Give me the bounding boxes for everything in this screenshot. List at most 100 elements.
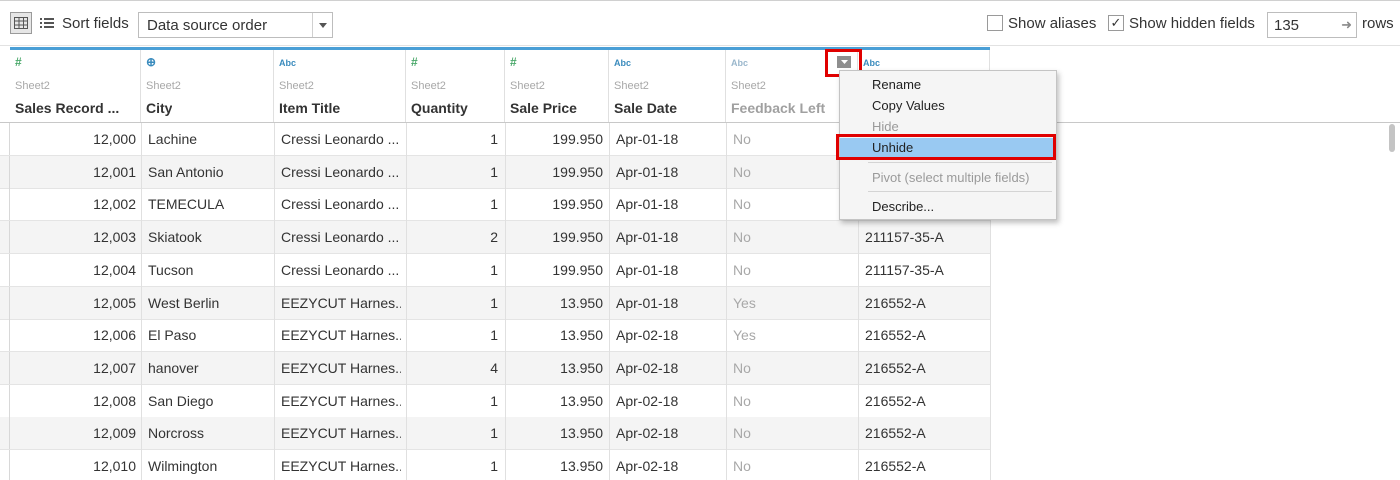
cell-sale-date[interactable]: Apr-02-18 (616, 458, 722, 474)
cell-item-title[interactable]: EEZYCUT Harnes... (281, 360, 401, 376)
cell-city[interactable]: hanover (148, 360, 272, 376)
menu-item-pivot[interactable]: Pivot (select multiple fields) (840, 168, 1056, 188)
cell-city[interactable]: San Antonio (148, 164, 272, 180)
cell-feedback-left[interactable]: No (733, 262, 853, 278)
cell-city[interactable]: West Berlin (148, 295, 272, 311)
cell-sale-date[interactable]: Apr-02-18 (616, 327, 722, 343)
cell-quantity[interactable]: 2 (406, 229, 498, 245)
cell-sale-price[interactable]: 199.950 (505, 229, 603, 245)
cell-feedback-left[interactable]: No (733, 425, 853, 441)
cell-sales-record[interactable]: 12,007 (10, 360, 136, 376)
cell-quantity[interactable]: 1 (406, 196, 498, 212)
cell-city[interactable]: Lachine (148, 131, 272, 147)
cell-quantity[interactable]: 1 (406, 262, 498, 278)
cell-item-title[interactable]: Cressi Leonardo ... (281, 229, 401, 245)
grid-view-icon[interactable] (10, 12, 32, 34)
cell-feedback-left[interactable]: Yes (733, 295, 853, 311)
cell-item-title[interactable]: Cressi Leonardo ... (281, 131, 401, 147)
cell-quantity[interactable]: 1 (406, 131, 498, 147)
cell-sale-date[interactable]: Apr-01-18 (616, 131, 722, 147)
cell-item-title[interactable]: EEZYCUT Harnes... (281, 458, 401, 474)
cell-sales-record[interactable]: 12,000 (10, 131, 136, 147)
column-header-sale-price[interactable]: # Sheet2 Sale Price (505, 50, 609, 122)
cell-quantity[interactable]: 1 (406, 164, 498, 180)
show-hidden-fields-checkbox[interactable]: ✓ (1108, 15, 1124, 31)
cell-sales-record[interactable]: 12,002 (10, 196, 136, 212)
cell-feedback-left[interactable]: No (733, 360, 853, 376)
cell-item-title[interactable]: EEZYCUT Harnes... (281, 393, 401, 409)
cell-item-id[interactable]: 211157-35-A (865, 229, 987, 245)
table-row[interactable]: 12,003 Skiatook Cressi Leonardo ... 2 199.95… (0, 221, 990, 255)
cell-item-title[interactable]: EEZYCUT Harnes... (281, 327, 401, 343)
cell-quantity[interactable]: 1 (406, 295, 498, 311)
show-aliases-checkbox[interactable] (987, 15, 1003, 31)
cell-item-title[interactable]: Cressi Leonardo ... (281, 196, 401, 212)
cell-sale-price[interactable]: 13.950 (505, 458, 603, 474)
cell-quantity[interactable]: 1 (406, 425, 498, 441)
cell-sales-record[interactable]: 12,004 (10, 262, 136, 278)
cell-sale-price[interactable]: 199.950 (505, 196, 603, 212)
cell-item-id[interactable]: 216552-A (865, 360, 987, 376)
cell-quantity[interactable]: 1 (406, 393, 498, 409)
table-row[interactable]: 12,008 San Diego EEZYCUT Harnes... 1 13.950 A… (0, 384, 990, 418)
cell-feedback-left[interactable]: No (733, 131, 853, 147)
cell-item-id[interactable]: 211157-35-A (865, 262, 987, 278)
cell-sale-date[interactable]: Apr-02-18 (616, 425, 722, 441)
column-header-city[interactable]: ⊕ Sheet2 City (141, 50, 274, 122)
cell-item-id[interactable]: 216552-A (865, 327, 987, 343)
vertical-scrollbar[interactable] (1389, 124, 1395, 152)
table-row[interactable]: 12,010 Wilmington EEZYCUT Harnes... 1 13.950… (0, 450, 990, 480)
cell-sale-date[interactable]: Apr-01-18 (616, 196, 722, 212)
cell-item-title[interactable]: EEZYCUT Harnes... (281, 425, 401, 441)
cell-city[interactable]: TEMECULA (148, 196, 272, 212)
cell-item-id[interactable]: 216552-A (865, 393, 987, 409)
cell-item-title[interactable]: Cressi Leonardo ... (281, 164, 401, 180)
cell-item-id[interactable]: 216552-A (865, 458, 987, 474)
menu-item-rename[interactable]: Rename (840, 75, 1056, 95)
cell-city[interactable]: Tucson (148, 262, 272, 278)
cell-sales-record[interactable]: 12,005 (10, 295, 136, 311)
cell-quantity[interactable]: 4 (406, 360, 498, 376)
cell-sale-price[interactable]: 199.950 (505, 262, 603, 278)
column-header-sale-date[interactable]: Abc Sheet2 Sale Date (609, 50, 726, 122)
cell-sales-record[interactable]: 12,006 (10, 327, 136, 343)
cell-sale-price[interactable]: 13.950 (505, 393, 603, 409)
cell-sale-price[interactable]: 13.950 (505, 327, 603, 343)
list-view-icon[interactable] (36, 12, 58, 34)
cell-sales-record[interactable]: 12,001 (10, 164, 136, 180)
menu-item-describe[interactable]: Describe... (840, 197, 1056, 217)
cell-city[interactable]: El Paso (148, 327, 272, 343)
cell-sale-date[interactable]: Apr-02-18 (616, 360, 722, 376)
table-row[interactable]: 12,009 Norcross EEZYCUT Harnes... 1 13.950 Ap… (0, 417, 990, 451)
cell-sale-date[interactable]: Apr-02-18 (616, 393, 722, 409)
cell-feedback-left[interactable]: No (733, 196, 853, 212)
cell-quantity[interactable]: 1 (406, 458, 498, 474)
cell-sale-date[interactable]: Apr-01-18 (616, 164, 722, 180)
cell-sales-record[interactable]: 12,009 (10, 425, 136, 441)
menu-item-copy-values[interactable]: Copy Values (840, 96, 1056, 116)
cell-city[interactable]: Norcross (148, 425, 272, 441)
cell-sale-price[interactable]: 13.950 (505, 425, 603, 441)
cell-sale-date[interactable]: Apr-01-18 (616, 262, 722, 278)
column-header-quantity[interactable]: # Sheet2 Quantity (406, 50, 505, 122)
cell-feedback-left[interactable]: No (733, 164, 853, 180)
table-row[interactable]: 12,007 hanover EEZYCUT Harnes... 4 13.950 Apr… (0, 351, 990, 385)
cell-city[interactable]: San Diego (148, 393, 272, 409)
cell-feedback-left[interactable]: No (733, 393, 853, 409)
table-row[interactable]: 12,004 Tucson Cressi Leonardo ... 1 199.950 A… (0, 253, 990, 287)
cell-feedback-left[interactable]: No (733, 458, 853, 474)
cell-sales-record[interactable]: 12,003 (10, 229, 136, 245)
cell-sale-price[interactable]: 13.950 (505, 295, 603, 311)
cell-sales-record[interactable]: 12,010 (10, 458, 136, 474)
cell-feedback-left[interactable]: Yes (733, 327, 853, 343)
cell-sale-price[interactable]: 13.950 (505, 360, 603, 376)
cell-sale-date[interactable]: Apr-01-18 (616, 229, 722, 245)
cell-item-title[interactable]: EEZYCUT Harnes... (281, 295, 401, 311)
cell-feedback-left[interactable]: No (733, 229, 853, 245)
cell-item-id[interactable]: 216552-A (865, 295, 987, 311)
cell-sales-record[interactable]: 12,008 (10, 393, 136, 409)
cell-item-title[interactable]: Cressi Leonardo ... (281, 262, 401, 278)
cell-sale-date[interactable]: Apr-01-18 (616, 295, 722, 311)
rows-input[interactable]: 135 ➜ (1267, 12, 1357, 38)
arrow-right-icon[interactable]: ➜ (1341, 17, 1352, 33)
